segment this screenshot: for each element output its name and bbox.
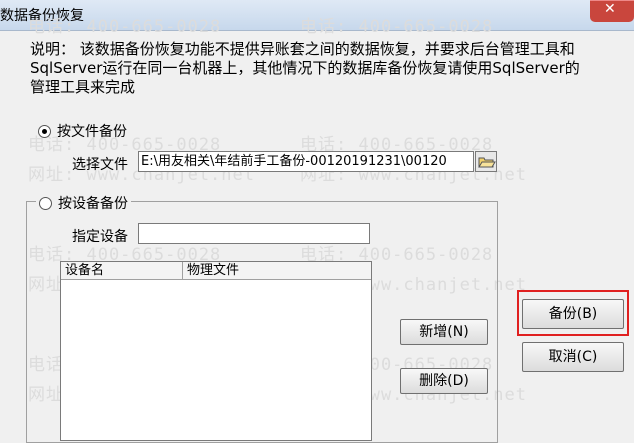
column-header-device-name[interactable]: 设备名 — [61, 262, 183, 280]
select-file-label: 选择文件 — [72, 157, 128, 173]
description-text: 说明： 该数据备份恢复功能不提供异账套之间的数据恢复，并要求后台管理工具和Sql… — [30, 40, 580, 96]
open-folder-icon — [478, 157, 496, 168]
close-icon: ✕ — [604, 1, 616, 17]
title-bar: 数据备份恢复 ✕ — [0, 0, 634, 31]
file-backup-label: 按文件备份 — [57, 124, 127, 140]
close-button[interactable]: ✕ — [590, 0, 634, 22]
column-header-physical-file[interactable]: 物理文件 — [183, 262, 371, 280]
radio-unselected-icon — [39, 196, 52, 210]
device-field[interactable] — [138, 223, 370, 244]
delete-button[interactable]: 删除(D) — [400, 368, 488, 394]
window-title: 数据备份恢复 — [0, 8, 84, 24]
file-path-field[interactable]: E:\用友相关\年结前手工备份-00120191231\00120 — [138, 151, 474, 172]
radio-selected-icon — [38, 124, 51, 138]
device-list[interactable]: 设备名 物理文件 — [60, 261, 372, 441]
device-label: 指定设备 — [72, 229, 128, 245]
device-backup-label: 按设备备份 — [58, 196, 128, 212]
browse-folder-button[interactable] — [475, 151, 497, 172]
add-button[interactable]: 新增(N) — [400, 319, 488, 345]
cancel-button[interactable]: 取消(C) — [522, 342, 624, 372]
backup-button[interactable]: 备份(B) — [522, 299, 624, 329]
device-backup-radio[interactable]: 按设备备份 — [36, 193, 131, 213]
file-backup-radio[interactable]: 按文件备份 — [38, 121, 127, 141]
